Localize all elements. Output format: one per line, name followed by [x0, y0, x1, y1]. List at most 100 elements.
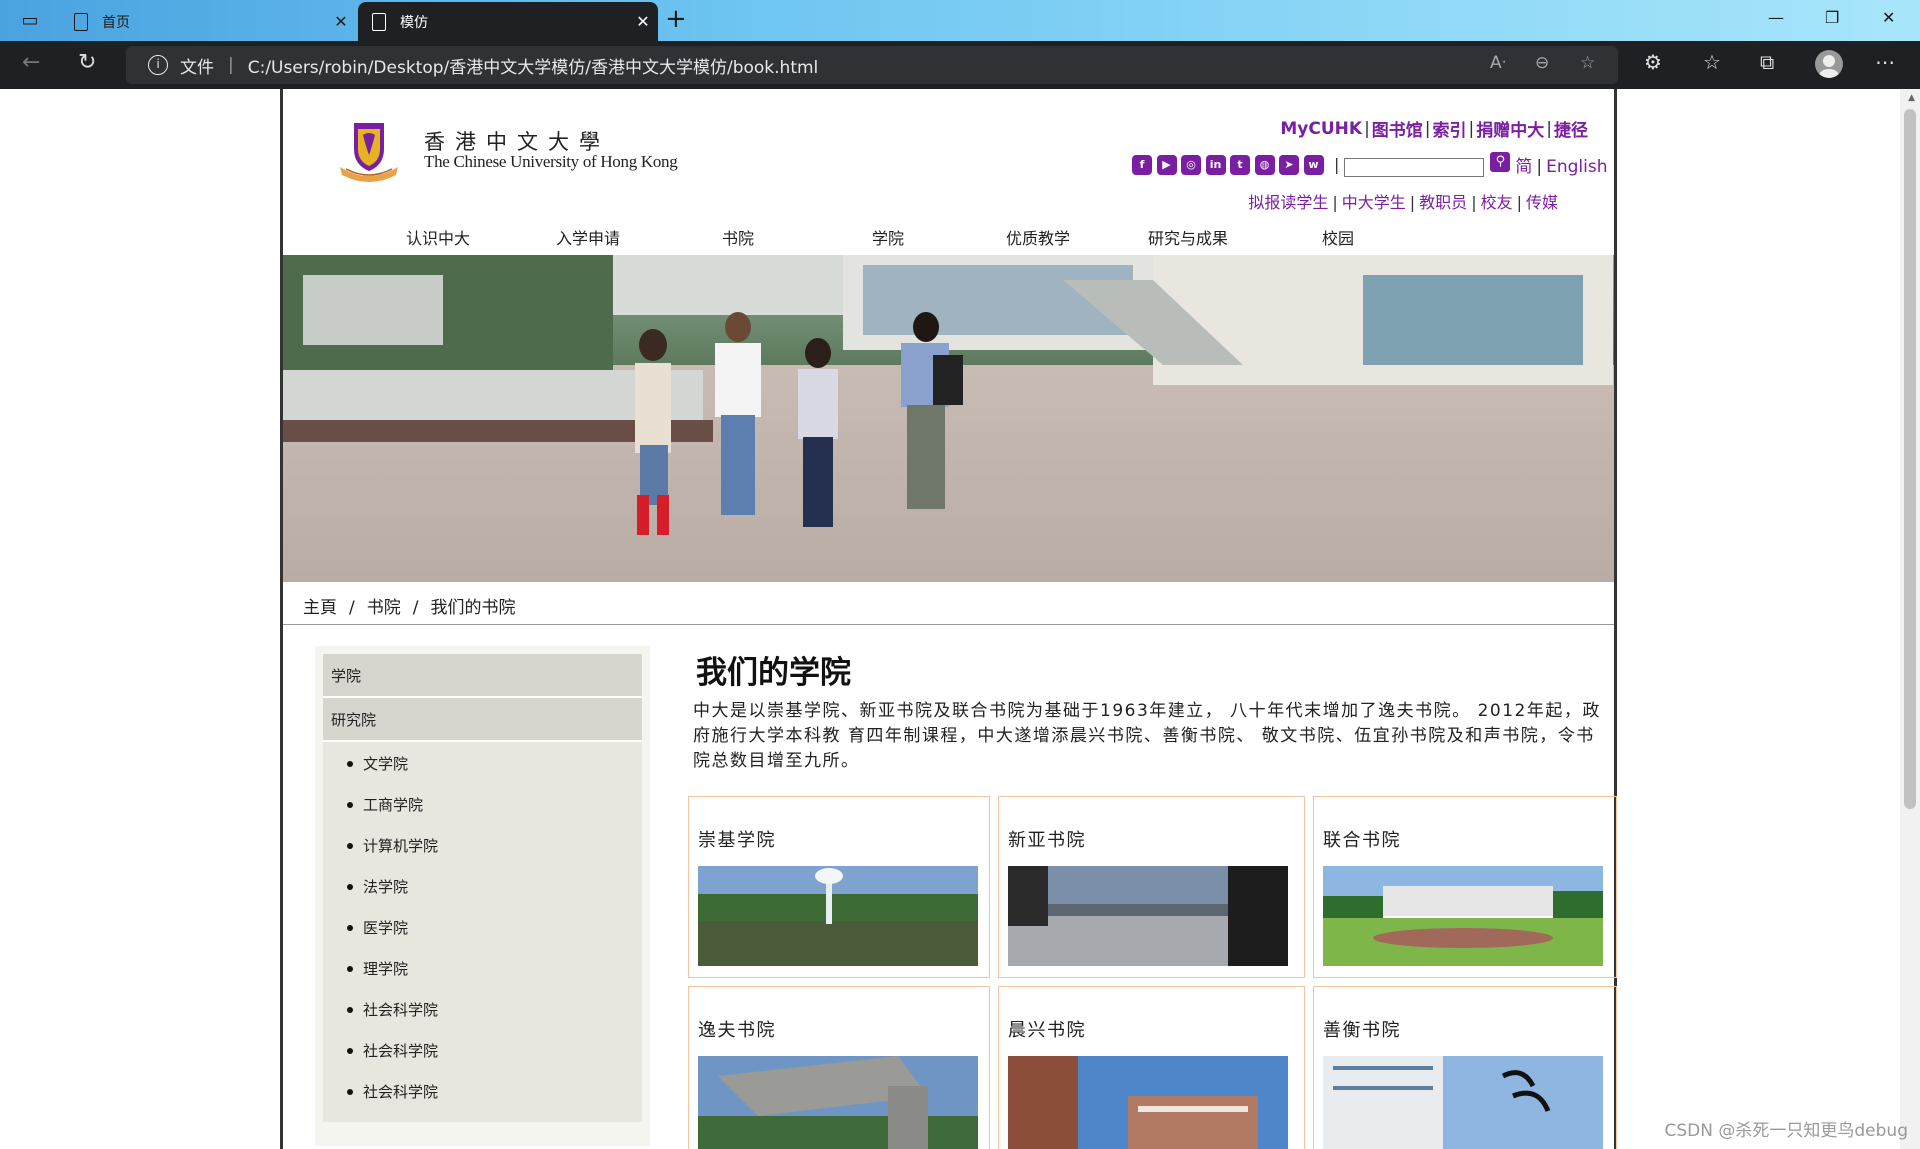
address-bar-row: ← ↻ i 文件 | C:/Users/robin/Desktop/香港中文大学…	[0, 41, 1920, 89]
intro-text: 中大是以崇基学院、新亚书院及联合书院为基础于1963年建立， 八十年代末增加了逸…	[693, 701, 1601, 771]
link-students[interactable]: 中大学生	[1342, 193, 1406, 212]
watermark-text: CSDN @杀死一只知更鸟debug	[1664, 1121, 1908, 1141]
link-media[interactable]: 传媒	[1526, 193, 1558, 212]
tab-home[interactable]: 首页 ✕	[60, 2, 356, 41]
profile-avatar[interactable]	[1815, 50, 1843, 78]
nav-teaching[interactable]: 优质教学	[963, 225, 1113, 249]
college-photo	[1008, 866, 1288, 966]
tab-label: 首页	[102, 14, 130, 31]
close-tab-icon[interactable]: ✕	[628, 12, 658, 31]
url-text[interactable]: C:/Users/robin/Desktop/香港中文大学模仿/香港中文大学模仿…	[248, 53, 819, 78]
college-grid: 崇基学院 新亚书院 联合书院 逸夫书院 晨兴书院 善衡书院	[688, 796, 1617, 1149]
nav-campus[interactable]: 校园	[1263, 225, 1413, 249]
search-icon[interactable]: ⚲	[1490, 151, 1511, 172]
sidebar-item[interactable]: 法学院	[323, 875, 642, 916]
close-window-icon[interactable]: ✕	[1882, 8, 1895, 27]
page-title: 我们的学院	[696, 655, 851, 691]
college-card[interactable]: 晨兴书院	[998, 986, 1305, 1149]
instagram-icon[interactable]: ◎	[1181, 154, 1201, 175]
link-prospective-students[interactable]: 拟报读学生	[1248, 193, 1328, 212]
sidebar-item[interactable]: 工商学院	[323, 793, 642, 834]
separator: |	[228, 55, 234, 75]
scroll-up-icon[interactable]: ▲	[1908, 93, 1915, 103]
sidebar-section-faculties[interactable]: 学院	[323, 654, 642, 698]
college-name: 新亚书院	[1008, 830, 1086, 851]
sidebar-section-graduate[interactable]: 研究院	[323, 698, 642, 742]
facebook-icon[interactable]: f	[1132, 154, 1152, 175]
college-card[interactable]: 崇基学院	[688, 796, 990, 978]
favorites-icon[interactable]: ☆	[1703, 50, 1721, 74]
close-tab-icon[interactable]: ✕	[326, 12, 356, 31]
sidebar-item[interactable]: 医学院	[323, 916, 642, 957]
zoom-icon[interactable]: ⊖	[1535, 53, 1549, 73]
sidebar-item[interactable]: 理学院	[323, 957, 642, 998]
sidebar-item[interactable]: 社会科学院	[323, 998, 642, 1039]
college-photo	[698, 1056, 978, 1149]
new-tab-button[interactable]: +	[665, 4, 687, 34]
top-links: MyCUHK | 图书馆 | 索引 | 捐赠中大 | 捷径	[1280, 116, 1588, 142]
hero-banner-image	[283, 255, 1614, 582]
college-card[interactable]: 逸夫书院	[688, 986, 990, 1149]
extensions-icon[interactable]: ⚙	[1644, 50, 1662, 74]
info-icon[interactable]: i	[148, 55, 168, 75]
collections-icon[interactable]: ⧉	[1760, 50, 1774, 74]
nav-research[interactable]: 研究与成果	[1113, 225, 1263, 249]
scrollbar[interactable]: ▲	[1900, 89, 1920, 1149]
twitter-icon[interactable]: t	[1230, 154, 1250, 175]
breadcrumb-current: 我们的书院	[430, 598, 516, 618]
back-icon[interactable]: ←	[22, 50, 40, 75]
search-input[interactable]	[1344, 158, 1485, 177]
security-label: 文件	[180, 57, 214, 78]
linkedin-icon[interactable]: in	[1205, 154, 1226, 175]
sidebar-item[interactable]: 社会科学院	[323, 1039, 642, 1080]
refresh-icon[interactable]: ↻	[78, 50, 96, 75]
link-donate[interactable]: 捐赠中大	[1476, 116, 1544, 141]
college-card[interactable]: 联合书院	[1313, 796, 1617, 978]
breadcrumb-home[interactable]: 主頁	[303, 598, 337, 618]
restore-icon[interactable]: ❐	[1825, 8, 1839, 27]
audience-links: 拟报读学生 | 中大学生 | 教职员 | 校友 | 传媒	[1248, 193, 1558, 212]
college-name: 善衡书院	[1323, 1020, 1401, 1041]
youtube-icon[interactable]: ▶	[1156, 154, 1177, 175]
page-icon	[74, 12, 88, 31]
sidebar-sublist: 文学院 工商学院 计算机学院 法学院 医学院 理学院 社会科学院 社会科学院 社…	[323, 742, 642, 1122]
college-card[interactable]: 善衡书院	[1313, 986, 1617, 1149]
tab-mimic[interactable]: 模仿 ✕	[358, 2, 658, 41]
wechat-icon[interactable]: ◍	[1254, 154, 1275, 175]
college-name: 联合书院	[1323, 830, 1401, 851]
link-library[interactable]: 图书馆	[1372, 116, 1423, 141]
lang-simplified-link[interactable]: 简	[1515, 157, 1532, 177]
telegram-icon[interactable]: ➤	[1279, 154, 1299, 175]
lang-english-link[interactable]: English	[1546, 157, 1607, 177]
college-photo	[698, 866, 978, 966]
sidebar-item[interactable]: 文学院	[323, 752, 642, 793]
page-viewport: 香港中文大學 The Chinese University of Hong Ko…	[0, 89, 1920, 1149]
sidebar-item[interactable]: 社会科学院	[323, 1080, 642, 1121]
tab-actions-icon[interactable]: ▭	[16, 6, 44, 34]
link-mycuhk[interactable]: MyCUHK	[1280, 119, 1362, 139]
add-favorite-icon[interactable]: ☆	[1580, 53, 1595, 73]
nav-colleges[interactable]: 书院	[663, 225, 813, 249]
sidebar-item[interactable]: 计算机学院	[323, 834, 642, 875]
link-alumni[interactable]: 校友	[1481, 193, 1513, 212]
minimize-icon[interactable]: —	[1768, 8, 1784, 27]
link-index[interactable]: 索引	[1433, 116, 1467, 141]
address-bar[interactable]: i 文件 | C:/Users/robin/Desktop/香港中文大学模仿/香…	[126, 46, 1618, 84]
college-photo	[1008, 1056, 1288, 1149]
breadcrumb-colleges[interactable]: 书院	[367, 598, 401, 618]
divider	[283, 624, 1614, 625]
college-name: 逸夫书院	[698, 1020, 776, 1041]
cuhk-crest-logo	[340, 123, 398, 182]
weibo-icon[interactable]: w	[1303, 154, 1324, 175]
main-nav: 认识中大 入学申请 书院 学院 优质教学 研究与成果 校园	[363, 225, 1413, 249]
nav-faculties[interactable]: 学院	[813, 225, 963, 249]
college-card[interactable]: 新亚书院	[998, 796, 1305, 978]
nav-admissions[interactable]: 入学申请	[513, 225, 663, 249]
nav-about[interactable]: 认识中大	[363, 225, 513, 249]
scrollbar-thumb[interactable]	[1904, 109, 1916, 809]
read-aloud-icon[interactable]: Aᐧ	[1490, 53, 1506, 73]
link-staff[interactable]: 教职员	[1419, 193, 1467, 212]
more-menu-icon[interactable]: ⋯	[1875, 50, 1895, 74]
sidebar: 学院 研究院 文学院 工商学院 计算机学院 法学院 医学院 理学院 社会科学院 …	[315, 646, 650, 1146]
link-shortcuts[interactable]: 捷径	[1554, 116, 1588, 141]
